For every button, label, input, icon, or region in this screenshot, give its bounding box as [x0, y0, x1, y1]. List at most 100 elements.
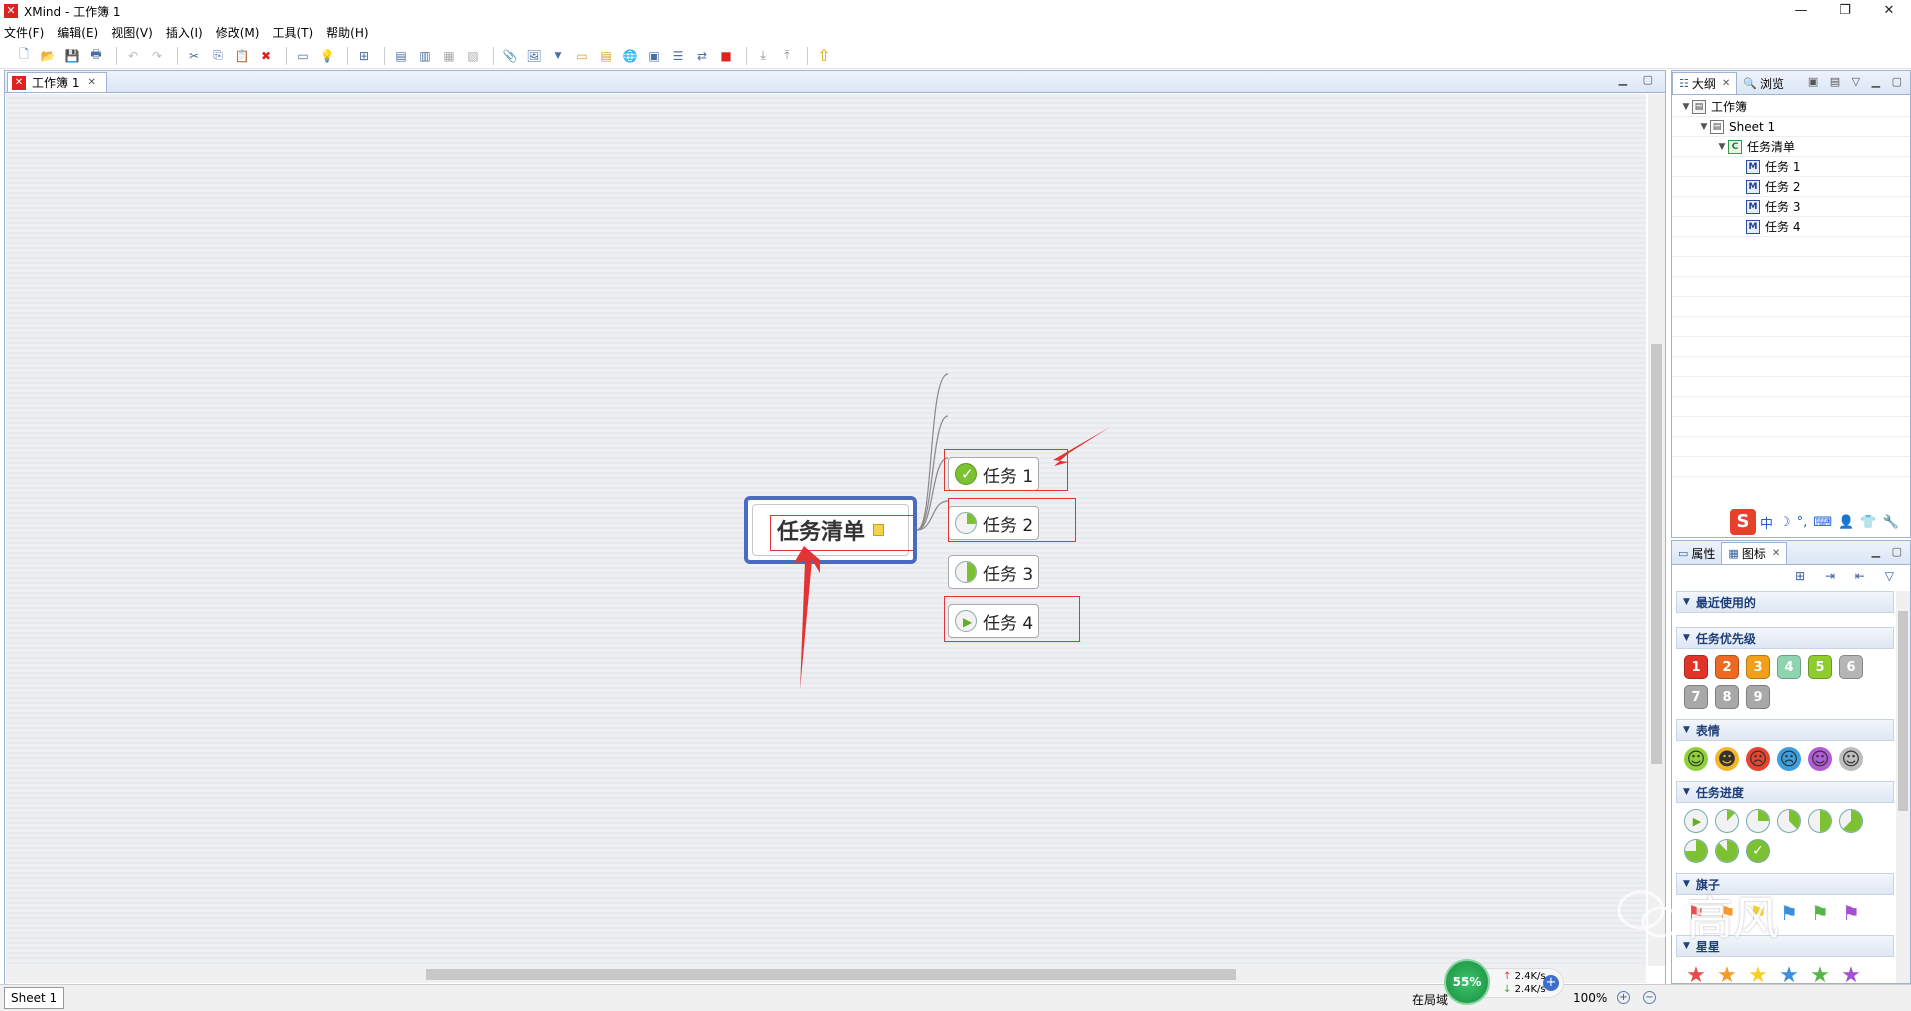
boundary-icon[interactable]: ▣: [644, 46, 664, 66]
tree-item-topic[interactable]: M 任务 3: [1672, 197, 1910, 217]
new-workbook-icon[interactable]: 🗋: [14, 46, 34, 66]
priority-6-icon[interactable]: 6: [1839, 655, 1863, 679]
moon-icon[interactable]: ☽: [1779, 515, 1791, 530]
callout-icon[interactable]: ▧: [463, 46, 483, 66]
close-tab-icon[interactable]: ✕: [1772, 548, 1780, 559]
priority-5-icon[interactable]: 5: [1808, 655, 1832, 679]
menu-help[interactable]: 帮助(H): [326, 24, 368, 41]
smile-face-icon[interactable]: ☺: [1684, 747, 1708, 771]
editor-horizontal-scrollbar[interactable]: [6, 966, 1646, 983]
floating-topic-icon[interactable]: ▦: [439, 46, 459, 66]
tree-item-sheet[interactable]: ▼ ▤ Sheet 1: [1672, 117, 1910, 137]
sheet-tab[interactable]: Sheet 1: [4, 987, 65, 1009]
boring-face-icon[interactable]: ☺: [1839, 747, 1863, 771]
angry-face-icon[interactable]: ☹: [1746, 747, 1770, 771]
scroll-thumb[interactable]: [1651, 344, 1662, 764]
star-2-icon[interactable]: ★: [1746, 963, 1770, 984]
tab-workbook-1[interactable]: ✕ 工作簿 1 ✕: [7, 72, 107, 92]
wrench-icon[interactable]: 🔧: [1882, 515, 1898, 530]
priority-9-icon[interactable]: 9: [1746, 685, 1770, 709]
hyperlink-icon[interactable]: 🌐: [620, 46, 640, 66]
scroll-thumb[interactable]: [426, 969, 1236, 980]
sogou-logo-icon[interactable]: S: [1730, 509, 1756, 535]
tree-item-central[interactable]: ▼ C 任务清单: [1672, 137, 1910, 157]
drill-up-icon[interactable]: ⤒: [777, 46, 797, 66]
cut-icon[interactable]: ✂: [184, 46, 204, 66]
tree-item-topic[interactable]: M 任务 2: [1672, 177, 1910, 197]
mind-map-canvas[interactable]: 任务清单 ✓ 任务 1 任务 2 任务 3 ▶ 任务 4: [6, 94, 1646, 966]
priority-1-icon[interactable]: 1: [1684, 655, 1708, 679]
relationship-icon[interactable]: ⇄: [692, 46, 712, 66]
insert-subtopic-icon[interactable]: ▥: [415, 46, 435, 66]
redo-icon[interactable]: ↷: [147, 46, 167, 66]
laugh-face-icon[interactable]: ☻: [1715, 747, 1739, 771]
priority-2-icon[interactable]: 2: [1715, 655, 1739, 679]
menu-view[interactable]: 视图(V): [111, 24, 153, 41]
skin-icon[interactable]: 👕: [1860, 515, 1876, 530]
close-tab-icon[interactable]: ✕: [87, 77, 95, 88]
priority-3-icon[interactable]: 3: [1746, 655, 1770, 679]
copy-icon[interactable]: ⎘: [208, 46, 228, 66]
outline-panel-tools[interactable]: ▣ ▤ ▽ ▁ ▢: [1808, 75, 1906, 88]
expand-chevron-icon[interactable]: ▼: [1680, 102, 1692, 112]
star-5-icon[interactable]: ★: [1839, 963, 1863, 984]
star-4-icon[interactable]: ★: [1808, 963, 1832, 984]
menu-insert[interactable]: 插入(I): [166, 24, 203, 41]
attachment-icon[interactable]: 📎: [500, 46, 520, 66]
ime-mode[interactable]: 中: [1760, 513, 1773, 532]
flag-4-icon[interactable]: ⚑: [1808, 901, 1832, 925]
zoom-out-icon[interactable]: −: [1643, 991, 1656, 1004]
task-progress-0-icon[interactable]: ▶: [1684, 809, 1708, 833]
drill-down-icon[interactable]: ⤓: [753, 46, 773, 66]
zoom-in-icon[interactable]: +: [1617, 991, 1630, 1004]
expand-chevron-icon[interactable]: ▼: [1716, 142, 1728, 152]
restore-button[interactable]: ❐: [1823, 0, 1867, 22]
label-icon[interactable]: ▭: [572, 46, 592, 66]
cry-face-icon[interactable]: ☹: [1777, 747, 1801, 771]
image-icon[interactable]: 🖼: [524, 46, 544, 66]
scroll-thumb[interactable]: [1898, 611, 1908, 811]
tab-icons[interactable]: ▦ 图标 ✕: [1721, 542, 1788, 564]
task-progress-8-icon[interactable]: ✓: [1746, 839, 1770, 863]
punctuation-icon[interactable]: °,: [1797, 515, 1808, 530]
close-tab-icon[interactable]: ✕: [1722, 78, 1730, 89]
accelerate-plus-icon[interactable]: +: [1543, 975, 1559, 991]
task-progress-5-icon[interactable]: [1839, 809, 1863, 833]
tab-outline[interactable]: ☷ 大纲 ✕: [1672, 72, 1738, 94]
network-speed-widget[interactable]: ↑ 2.4K/s ↓ 2.4K/s + 55%: [1444, 959, 1569, 1007]
dropdown-arrow-icon[interactable]: ▼: [548, 46, 568, 66]
priority-7-icon[interactable]: 7: [1684, 685, 1708, 709]
undo-icon[interactable]: ↶: [123, 46, 143, 66]
open-icon[interactable]: 📂: [38, 46, 58, 66]
star-1-icon[interactable]: ★: [1715, 963, 1739, 984]
star-3-icon[interactable]: ★: [1777, 963, 1801, 984]
user-icon[interactable]: 👤: [1838, 515, 1854, 530]
keyboard-icon[interactable]: ⌨: [1813, 515, 1832, 530]
presentation-icon[interactable]: ▭: [293, 46, 313, 66]
tab-browse[interactable]: 🔍 浏览: [1737, 72, 1790, 94]
delete-icon[interactable]: ✖: [256, 46, 276, 66]
menu-file[interactable]: 文件(F): [4, 24, 44, 41]
editor-vertical-scrollbar[interactable]: [1648, 94, 1665, 966]
menu-modify[interactable]: 修改(M): [216, 24, 260, 41]
summary-icon[interactable]: ☰: [668, 46, 688, 66]
save-icon[interactable]: 💾: [62, 46, 82, 66]
group-priority[interactable]: ▼ 任务优先级: [1676, 627, 1894, 649]
surprise-face-icon[interactable]: ☺: [1808, 747, 1832, 771]
memory-percent-circle[interactable]: 55%: [1444, 959, 1490, 1005]
star-0-icon[interactable]: ★: [1684, 963, 1708, 984]
priority-8-icon[interactable]: 8: [1715, 685, 1739, 709]
group-progress[interactable]: ▼ 任务进度: [1676, 781, 1894, 803]
task-progress-6-icon[interactable]: [1684, 839, 1708, 863]
tab-properties[interactable]: ▭ 属性: [1672, 542, 1721, 564]
task-progress-7-icon[interactable]: [1715, 839, 1739, 863]
stop-icon[interactable]: ■: [716, 46, 736, 66]
task-progress-1-icon[interactable]: [1715, 809, 1739, 833]
task-progress-2-icon[interactable]: [1746, 809, 1770, 833]
print-icon[interactable]: 🖶: [86, 46, 106, 66]
notes-icon[interactable]: ▤: [596, 46, 616, 66]
brainstorm-icon[interactable]: 💡: [317, 46, 337, 66]
upgrade-icon[interactable]: ⇧: [814, 46, 834, 66]
flag-5-icon[interactable]: ⚑: [1839, 901, 1863, 925]
menu-edit[interactable]: 编辑(E): [57, 24, 98, 41]
